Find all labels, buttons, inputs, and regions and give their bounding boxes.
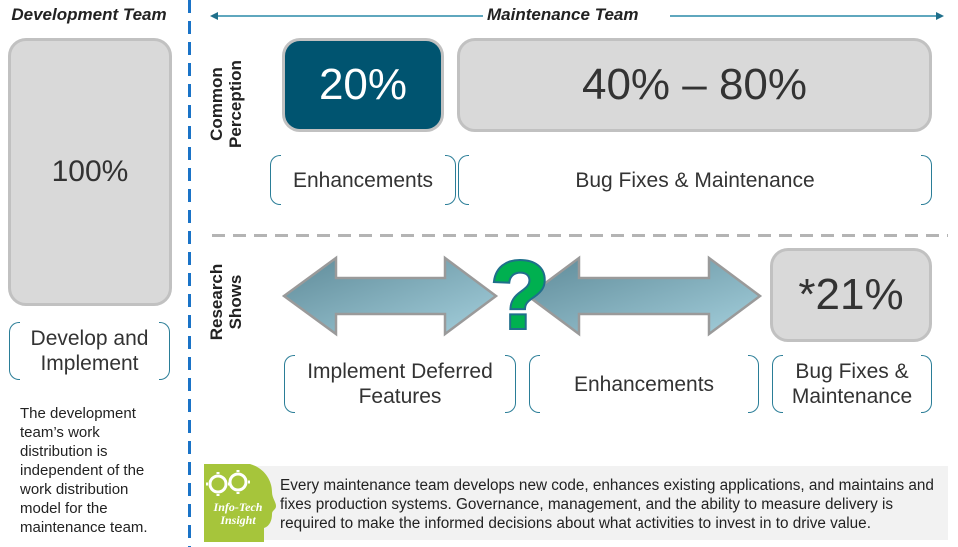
common-perception-label: Common Perception [207, 60, 245, 148]
enhancements-percent-box: 20% [282, 38, 444, 132]
insight-text: Every maintenance team develops new code… [280, 477, 934, 532]
research-enhancements-bracket: Enhancements [529, 355, 759, 413]
research-enhancements-label: Enhancements [573, 372, 715, 396]
bugfix-bracket: Bug Fixes & Maintenance [458, 155, 932, 205]
team-divider-line [188, 0, 191, 547]
enhancements-bracket: Enhancements [270, 155, 456, 205]
double-arrow-right-icon [525, 255, 763, 337]
insight-badge-line1: Info-Tech [213, 500, 263, 514]
deferred-features-bracket: Implement Deferred Features [284, 355, 516, 413]
insight-badge-line2: Insight [219, 513, 256, 527]
arrow-head-right-icon [936, 12, 944, 20]
bugfix-label: Bug Fixes & Maintenance [575, 168, 815, 192]
maintenance-team-header: Maintenance Team [487, 5, 639, 24]
development-note: The development team’s work distribution… [20, 405, 148, 536]
enhancements-percent: 20% [318, 60, 408, 109]
development-percent: 100% [51, 155, 129, 188]
research-bugfix-bracket: Bug Fixes & Maintenance [772, 355, 932, 413]
double-arrow-left-icon [281, 255, 499, 337]
research-bugfix-percent: *21% [798, 270, 904, 319]
develop-implement-bracket: Develop and Implement [9, 322, 170, 380]
info-tech-insight-badge-icon: Info-Tech Insight [204, 464, 276, 542]
enhancements-label: Enhancements [292, 168, 434, 192]
bugfix-percent: 40% – 80% [581, 60, 808, 109]
bugfix-percent-box: 40% – 80% [457, 38, 932, 132]
row-divider-line [212, 234, 948, 237]
research-bugfix-percent-box: *21% [770, 248, 932, 342]
development-team-header: Development Team [11, 5, 167, 24]
research-bugfix-label: Bug Fixes & Maintenance [791, 360, 913, 408]
develop-implement-label: Develop and Implement [30, 327, 149, 375]
deferred-features-label: Implement Deferred Features [307, 360, 493, 408]
research-shows-label: Research Shows [207, 263, 245, 341]
development-percent-box: 100% [8, 38, 172, 306]
arrow-head-left-icon [210, 12, 218, 20]
question-mark-icon: ? [489, 242, 552, 349]
